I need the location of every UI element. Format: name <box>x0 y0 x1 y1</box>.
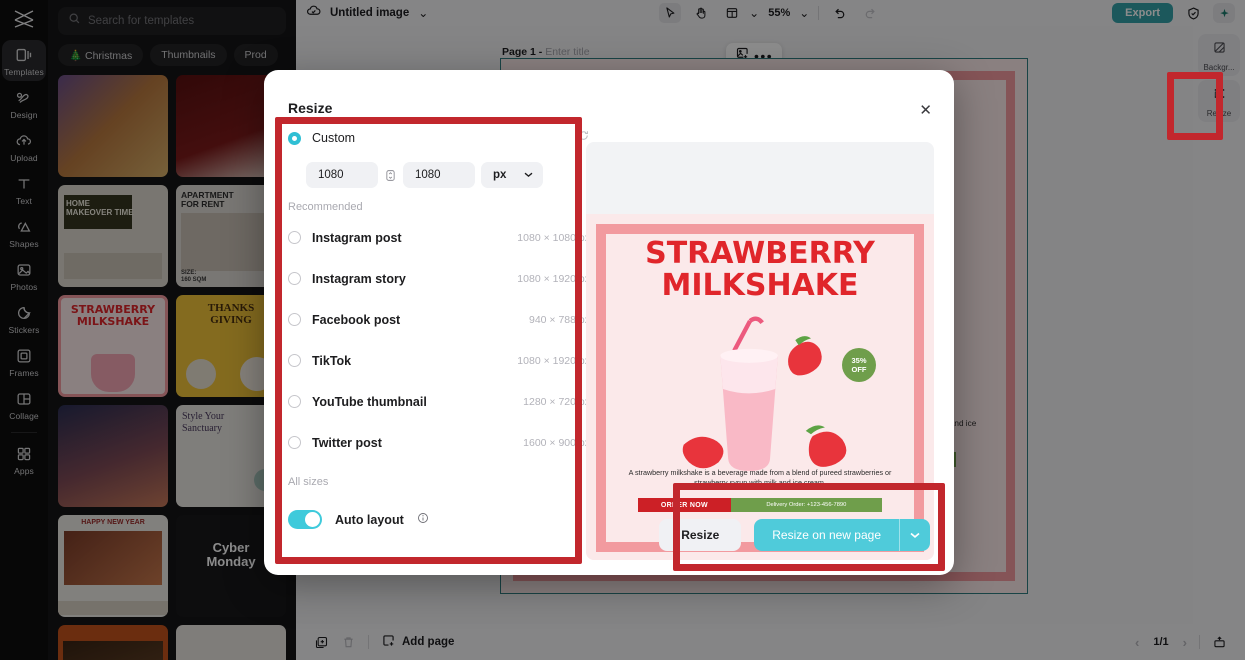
auto-layout-toggle[interactable] <box>288 510 322 529</box>
preset-label: TikTok <box>312 353 352 368</box>
resize-dialog: Resize ✕ Custom 1080 1080 px Recommended… <box>264 70 954 575</box>
preview-order-now: ORDER NOW <box>638 498 731 512</box>
resize-button-dialog[interactable]: Resize <box>659 519 742 551</box>
all-sizes-label[interactable]: All sizes <box>288 476 590 488</box>
auto-layout-label: Auto layout <box>335 512 404 527</box>
preset-radio[interactable] <box>288 395 301 408</box>
preset-size: 1600 × 900 px <box>523 436 590 449</box>
preview-milkshake-illustration <box>665 314 855 489</box>
preset-size: 1080 × 1080 px <box>517 231 590 244</box>
preset-label: Instagram post <box>312 230 402 245</box>
custom-size-option[interactable]: Custom <box>288 123 590 153</box>
preset-radio[interactable] <box>288 436 301 449</box>
resize-on-new-page-label: Resize on new page <box>772 528 881 542</box>
preset-twitter-post[interactable]: Twitter post 1600 × 900 px <box>288 422 590 463</box>
preview-title-line2: MILKSHAKE <box>661 268 859 303</box>
preset-radio[interactable] <box>288 313 301 326</box>
width-input[interactable]: 1080 <box>306 162 378 188</box>
dialog-title: Resize <box>288 100 333 116</box>
custom-label: Custom <box>312 131 356 145</box>
height-input[interactable]: 1080 <box>403 162 475 188</box>
preset-size: 1080 × 1920 px <box>517 272 590 285</box>
preview-poster: STRAWBERRY MILKSHAKE 35% OFF A strawberr… <box>586 214 934 560</box>
preset-label: Instagram story <box>312 271 406 286</box>
capcut-editor-window: Templates Design Upload Text Shapes Phot… <box>0 0 1245 660</box>
auto-layout-row: Auto layout <box>288 510 590 529</box>
preview-delivery-order: Delivery Order: +123-456-7890 <box>730 498 882 512</box>
preview-discount-badge: 35% OFF <box>842 348 876 382</box>
preset-radio[interactable] <box>288 272 301 285</box>
dialog-actions: Resize Resize on new page <box>659 519 930 551</box>
preset-radio[interactable] <box>288 231 301 244</box>
preset-label: Facebook post <box>312 312 401 327</box>
preset-facebook-post[interactable]: Facebook post 940 × 788 px <box>288 299 590 340</box>
close-icon[interactable]: ✕ <box>919 103 932 118</box>
link-dimensions-icon[interactable] <box>384 167 397 183</box>
resize-on-new-page-button[interactable]: Resize on new page <box>754 519 930 551</box>
unit-value: px <box>493 169 507 181</box>
resize-preview: STRAWBERRY MILKSHAKE 35% OFF A strawberr… <box>586 142 934 560</box>
custom-radio[interactable] <box>288 131 301 145</box>
preset-size: 1280 × 720 px <box>523 395 590 408</box>
info-icon[interactable] <box>417 511 429 529</box>
preset-radio[interactable] <box>288 354 301 367</box>
resize-options-column: Custom 1080 1080 px Recommended Instagra… <box>288 123 590 529</box>
preset-youtube-thumbnail[interactable]: YouTube thumbnail 1280 × 720 px <box>288 381 590 422</box>
preview-badge-off: OFF <box>851 365 867 374</box>
preset-tiktok[interactable]: TikTok 1080 × 1920 px <box>288 340 590 381</box>
preset-size: 1080 × 1920 px <box>517 354 590 367</box>
preview-title-line1: STRAWBERRY <box>645 236 875 271</box>
preset-label: Twitter post <box>312 435 382 450</box>
preset-size: 940 × 788 px <box>528 313 590 326</box>
preview-badge-percent: 35% <box>851 356 867 365</box>
unit-select[interactable]: px <box>481 162 543 188</box>
preset-instagram-story[interactable]: Instagram story 1080 × 1920 px <box>288 258 590 299</box>
dimension-inputs: 1080 1080 px <box>306 162 590 188</box>
chevron-down-icon <box>523 169 534 181</box>
chevron-down-icon[interactable] <box>900 531 930 539</box>
preview-cta-row: ORDER NOW Delivery Order: +123-456-7890 <box>638 498 882 512</box>
preview-description: A strawberry milkshake is a beverage mad… <box>628 468 892 487</box>
preset-label: YouTube thumbnail <box>312 394 427 409</box>
preset-instagram-post[interactable]: Instagram post 1080 × 1080 px <box>288 217 590 258</box>
recommended-label: Recommended <box>288 201 363 213</box>
